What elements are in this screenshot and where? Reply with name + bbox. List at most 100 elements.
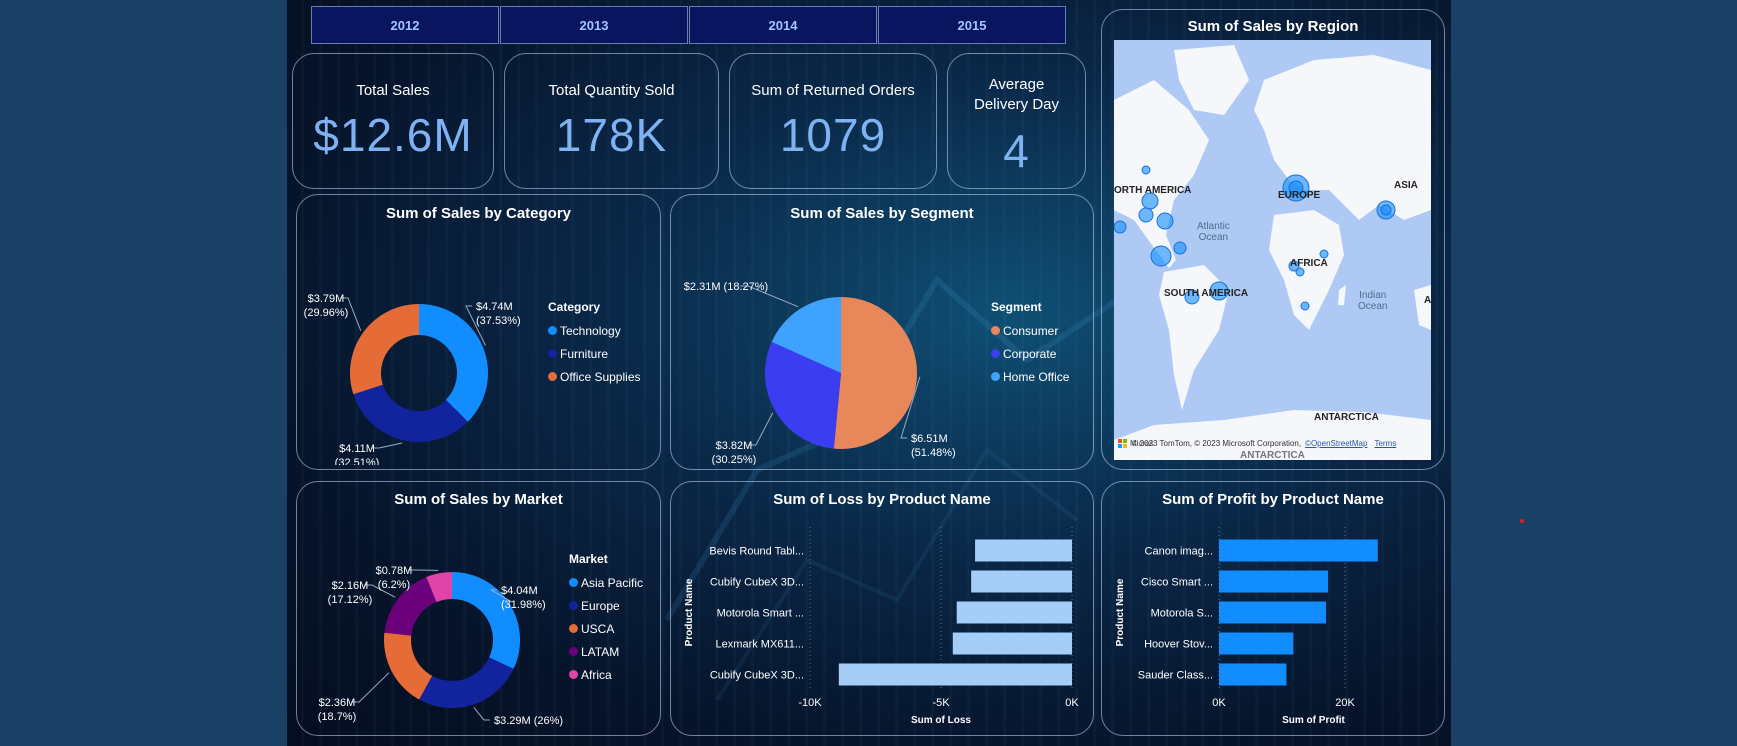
- legend-item-office-supplies[interactable]: Office Supplies: [548, 365, 641, 388]
- pie-slice-furniture[interactable]: [353, 384, 468, 442]
- x-tick-label: 0K: [1212, 697, 1226, 709]
- legend-item-corporate[interactable]: Corporate: [991, 342, 1069, 365]
- chart-card-category: Sum of Sales by Category $4.74M (37.53%) $…: [296, 194, 661, 470]
- legend-label: USCA: [581, 621, 615, 636]
- chart-card-loss: Sum of Loss by Product Name -10K -5K 0K Bev…: [670, 481, 1094, 736]
- legend-item-europe[interactable]: Europe: [569, 594, 643, 617]
- map-label-north-america: ORTH AMERICA: [1114, 185, 1192, 196]
- legend-dot: [548, 349, 557, 358]
- bar[interactable]: [1219, 539, 1378, 562]
- market-donut-chart: $4.04M (31.98%) $3.29M (26%) $2.36M (18.7%) $…: [318, 565, 563, 727]
- legend-dot: [991, 349, 1000, 358]
- legend-item-latam[interactable]: LATAM: [569, 640, 643, 663]
- chart-title: Sum of Sales by Market: [394, 491, 563, 508]
- pie-data-label-pct: (32.51%): [335, 457, 380, 465]
- pie-data-label: $4.11M: [339, 443, 375, 455]
- y-axis-title: Product Name: [684, 578, 695, 646]
- legend-label: Consumer: [1003, 323, 1059, 338]
- chart-card-profit: Sum of Profit by Product Name 0K 20K Canon…: [1101, 481, 1445, 736]
- y-category-label: Hoover Stov...: [1144, 639, 1213, 651]
- category-legend: Category Technology Furniture Office Suppli…: [548, 300, 641, 388]
- legend-dot: [569, 670, 578, 679]
- pie-data-label-pct: (51.48%): [911, 447, 956, 459]
- chart-title: Sum of Profit by Product Name: [1162, 491, 1384, 508]
- legend-dot: [569, 578, 578, 587]
- legend-dot: [548, 372, 557, 381]
- dashboard-canvas: 2012 2013 2014 2015 Total Sales $12.6M T…: [287, 0, 1451, 746]
- legend-title: Category: [548, 300, 601, 314]
- pie-data-label: $2.31M (18.27%): [684, 281, 768, 293]
- y-category-label: Motorola S...: [1151, 608, 1213, 620]
- y-category-label: Sauder Class...: [1138, 670, 1213, 682]
- ocean-line: Indian: [1359, 290, 1387, 301]
- pie-slice-office-supplies[interactable]: [350, 304, 419, 395]
- map-label-europe: EUROPE: [1278, 190, 1321, 201]
- legend-label: Africa: [581, 667, 612, 682]
- kpi-value: 178K: [555, 109, 668, 161]
- map-label-edge-a: A: [1424, 295, 1431, 306]
- legend-item-usca[interactable]: USCA: [569, 617, 643, 640]
- bar[interactable]: [838, 663, 1072, 686]
- legend-dot: [569, 624, 578, 633]
- year-button-2012[interactable]: 2012: [311, 6, 499, 44]
- segment-legend: Segment Consumer Corporate Home Office: [991, 300, 1069, 388]
- year-button-2015[interactable]: 2015: [878, 6, 1066, 44]
- map-card-region: Sum of Sales by Region ORTH AMERICA EURO…: [1101, 9, 1445, 470]
- bar[interactable]: [971, 570, 1072, 593]
- bar[interactable]: [1219, 570, 1328, 593]
- map-land-shapes: [1114, 45, 1431, 460]
- legend-item-home-office[interactable]: Home Office: [991, 365, 1069, 388]
- bar[interactable]: [952, 632, 1072, 655]
- microsoft-logo-icon: [1118, 439, 1127, 448]
- segment-pie-chart: $6.51M (51.48%) $3.82M (30.25%) $2.31M (18.2…: [684, 281, 956, 465]
- map-osm-link[interactable]: ©OpenStreetMap: [1305, 439, 1367, 448]
- kpi-value: 1079: [779, 109, 887, 161]
- region-map[interactable]: ORTH AMERICA EUROPE ASIA AFRICA SOUTH AM…: [1114, 40, 1431, 460]
- kpi-card-returned-orders: Sum of Returned Orders 1079: [729, 53, 937, 189]
- bar[interactable]: [1219, 632, 1294, 655]
- map-label-antarctica: ANTARCTICA: [1314, 412, 1379, 423]
- pie-leader-line: [473, 707, 490, 721]
- x-axis-title: Sum of Loss: [911, 715, 971, 726]
- pie-data-label-pct: (31.98%): [501, 599, 546, 611]
- x-tick-label: 0K: [1065, 697, 1079, 709]
- legend-item-africa[interactable]: Africa: [569, 663, 643, 686]
- bar[interactable]: [1219, 601, 1327, 624]
- pie-data-label-pct: (30.25%): [712, 454, 757, 465]
- kpi-card-total-sales: Total Sales $12.6M: [292, 53, 494, 189]
- legend-label: Europe: [581, 598, 620, 613]
- bar[interactable]: [956, 601, 1072, 624]
- legend-item-asia-pacific[interactable]: Asia Pacific: [569, 571, 643, 594]
- year-button-2014[interactable]: 2014: [689, 6, 877, 44]
- legend-item-technology[interactable]: Technology: [548, 319, 641, 342]
- y-category-label: Motorola Smart ...: [717, 608, 804, 620]
- x-tick-label: -5K: [932, 697, 950, 709]
- kpi-card-total-quantity: Total Quantity Sold 178K: [504, 53, 719, 189]
- year-button-2013[interactable]: 2013: [500, 6, 688, 44]
- y-category-label: Lexmark MX611...: [716, 639, 804, 651]
- map-label-asia: ASIA: [1394, 180, 1418, 191]
- market-legend: Market Asia Pacific Europe USCA LATAM Africa: [569, 552, 643, 686]
- map-ocean-indian: Indian Ocean: [1358, 290, 1387, 312]
- legend-item-consumer[interactable]: Consumer: [991, 319, 1069, 342]
- bar[interactable]: [1219, 663, 1287, 686]
- legend-item-furniture[interactable]: Furniture: [548, 342, 641, 365]
- ocean-line: Ocean: [1198, 232, 1229, 243]
- map-attribution-text: © 2023 TomTom, © 2023 Microsoft Corporat…: [1131, 439, 1302, 448]
- chart-card-market: Sum of Sales by Market $4.04M (31.98%) $3.…: [296, 481, 661, 736]
- map-terms-link[interactable]: Terms: [1374, 439, 1396, 448]
- profit-bar-chart: 0K 20K Canon imag... Cisco Smart ... Motorol…: [1115, 527, 1378, 726]
- bar[interactable]: [975, 539, 1072, 562]
- ocean-line: Ocean: [1358, 301, 1388, 312]
- map-label-africa: AFRICA: [1290, 258, 1328, 269]
- y-category-label: Canon imag...: [1145, 546, 1213, 558]
- y-category-label: Bevis Round Tabl...: [709, 546, 804, 558]
- pie-slice-europe[interactable]: [419, 657, 514, 708]
- legend-dot: [991, 372, 1000, 381]
- loss-bar-chart: -10K -5K 0K Bevis Round Tabl... Cubify CubeX…: [684, 527, 1079, 726]
- kpi-label: Total Quantity Sold: [548, 82, 675, 99]
- category-donut-chart: $4.74M (37.53%) $4.11M (32.51%) $3.79M (29.96…: [304, 293, 521, 465]
- x-tick-label: -10K: [798, 697, 822, 709]
- map-label-south-america: SOUTH AMERICA: [1164, 288, 1249, 299]
- pie-leader-line: [351, 672, 390, 703]
